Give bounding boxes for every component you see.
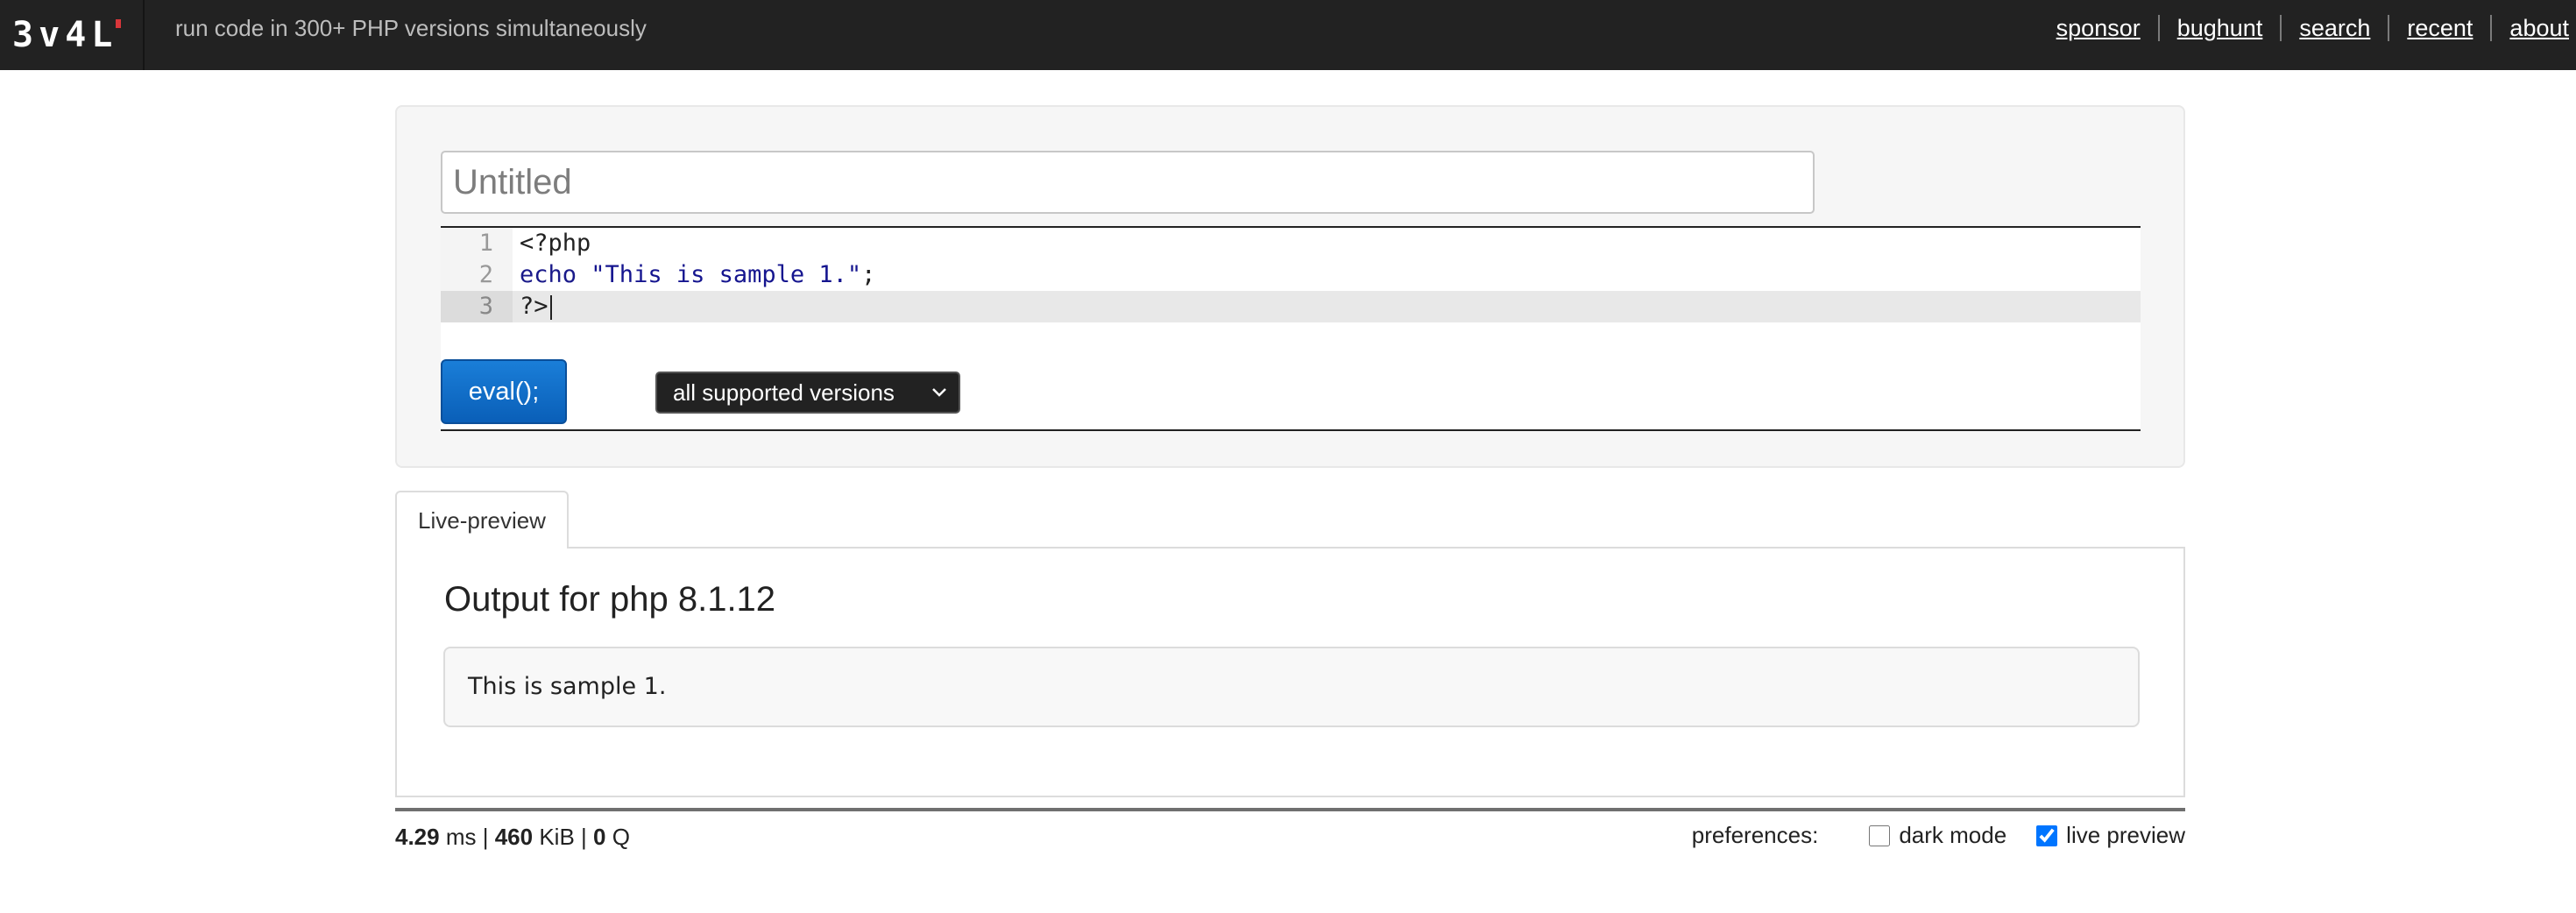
header-divider	[143, 0, 145, 70]
version-select[interactable]: all supported versions	[655, 372, 960, 414]
line-number: 2	[441, 259, 513, 291]
line-number: 1	[441, 228, 513, 259]
text-caret	[549, 294, 552, 320]
logo-dot-icon	[116, 19, 121, 28]
live-preview-checkbox[interactable]	[2036, 825, 2058, 846]
logo-letter-1: 3	[12, 15, 34, 55]
site-tagline: run code in 300+ PHP versions simultaneo…	[175, 15, 647, 41]
logo-letter-4: L	[91, 15, 113, 55]
output-title: Output for php 8.1.12	[444, 580, 776, 619]
version-select-value: all supported versions	[673, 379, 895, 406]
site-logo[interactable]: 3 v 4 L	[12, 18, 121, 53]
nav-link-about[interactable]: about	[2490, 15, 2576, 41]
code-keyword: echo	[520, 261, 577, 288]
top-bar: 3 v 4 L run code in 300+ PHP versions si…	[0, 0, 2576, 70]
dark-mode-label: dark mode	[1899, 822, 2007, 848]
stat-mem-value: 460	[494, 824, 534, 850]
stat-time-value: 4.29	[395, 824, 440, 850]
stat-time-unit: ms	[445, 824, 477, 850]
nav-link-bughunt[interactable]: bughunt	[2157, 15, 2281, 41]
footer-divider	[395, 808, 2185, 811]
live-preview-label: live preview	[2066, 822, 2185, 848]
nav-link-search[interactable]: search	[2280, 15, 2388, 41]
code-punct: ;	[861, 261, 876, 288]
code-text: ?>	[513, 291, 552, 322]
dark-mode-option[interactable]: dark mode	[1848, 822, 2006, 849]
code-line-3[interactable]: 3 ?>	[441, 291, 2141, 322]
nav-link-sponsor[interactable]: sponsor	[2039, 15, 2158, 41]
code-text: echo "This is sample 1.";	[513, 259, 875, 291]
dark-mode-checkbox[interactable]	[1869, 825, 1891, 846]
code-string: "This is sample 1."	[591, 261, 862, 288]
line-number: 3	[441, 291, 513, 322]
tab-live-preview[interactable]: Live-preview	[395, 491, 569, 549]
nav-link-recent[interactable]: recent	[2388, 15, 2490, 41]
code-line-1[interactable]: 1 <?php	[441, 228, 2141, 259]
code-text: <?php	[520, 230, 591, 257]
stat-mem-unit: KiB	[539, 824, 575, 850]
eval-button[interactable]: eval();	[441, 359, 567, 424]
stat-queries-value: 0	[593, 824, 606, 850]
logo-letter-3: 4	[65, 15, 87, 55]
output-result: This is sample 1.	[443, 647, 2140, 727]
chevron-down-icon	[931, 373, 948, 425]
editor-panel: 1 <?php 2 echo "This is sample 1."; 3 ?>…	[395, 105, 2185, 468]
preferences-label: preferences:	[1691, 822, 1819, 848]
perf-stats: 4.29 ms | 460 KiB | 0 Q	[395, 824, 630, 850]
output-panel: Output for php 8.1.12 This is sample 1.	[395, 547, 2185, 797]
title-input[interactable]	[441, 151, 1815, 214]
preferences: preferences: dark mode live preview	[1692, 822, 2185, 849]
top-nav: sponsor bughunt search recent about	[2039, 0, 2576, 56]
code-line-2[interactable]: 2 echo "This is sample 1.";	[441, 259, 2141, 291]
code-text-content: ?>	[520, 293, 548, 320]
logo-letter-2: v	[39, 15, 60, 55]
live-preview-option[interactable]: live preview	[2015, 822, 2185, 849]
stat-queries-unit: Q	[612, 824, 630, 850]
